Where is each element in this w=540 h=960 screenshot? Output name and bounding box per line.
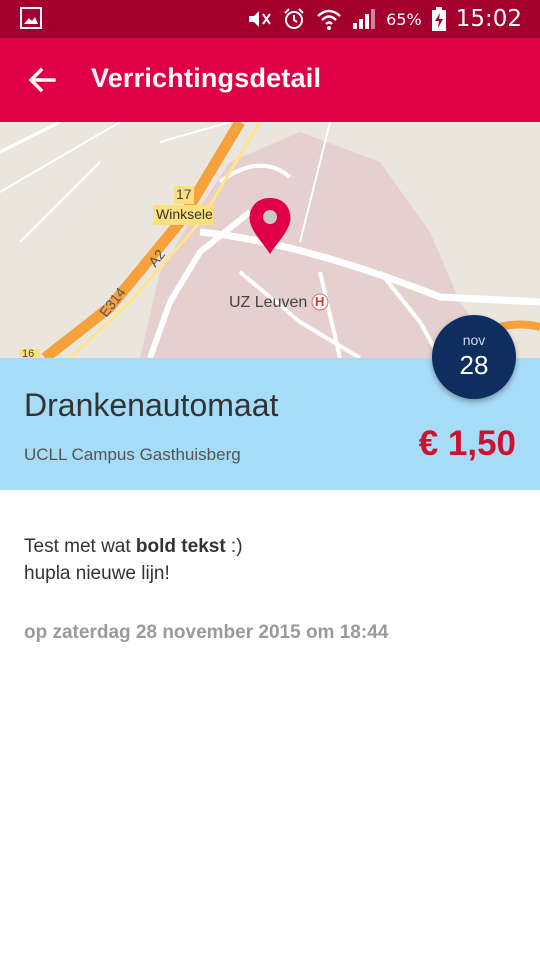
hospital-symbol: H xyxy=(315,294,325,309)
description-suffix: :) xyxy=(225,536,243,557)
merchant-location: UCLL Campus Gasthuisberg xyxy=(24,445,241,464)
status-bar: 65% 15:02 xyxy=(0,0,540,38)
transaction-amount: € 1,50 xyxy=(418,424,516,463)
wifi-icon xyxy=(317,9,341,30)
date-badge: nov 28 xyxy=(432,315,516,399)
image-icon xyxy=(20,7,42,29)
transaction-description: Test met wat bold tekst :) hupla nieuwe … xyxy=(24,533,243,587)
clock: 15:02 xyxy=(455,6,522,32)
mute-icon xyxy=(249,11,271,27)
date-month: nov xyxy=(462,332,486,348)
signal-icon xyxy=(353,9,376,29)
merchant-name: Drankenautomaat xyxy=(24,387,279,423)
town-label: Winksele xyxy=(156,206,213,222)
transaction-timestamp: op zaterdag 28 november 2015 om 18:44 xyxy=(24,622,389,643)
battery-percent: 65% xyxy=(386,9,422,29)
description-line2: hupla nieuwe lijn! xyxy=(24,563,170,584)
app-bar: Verrichtingsdetail xyxy=(0,38,540,122)
exit-number-label: 17 xyxy=(176,186,192,202)
date-day: 28 xyxy=(459,350,489,380)
exit-partial-label: 16 xyxy=(22,348,35,358)
hospital-label: UZ Leuven xyxy=(229,294,308,311)
alarm-icon xyxy=(284,8,304,29)
arrow-left-icon[interactable] xyxy=(24,62,60,98)
page-title: Verrichtingsdetail xyxy=(91,63,322,93)
description-prefix: Test met wat xyxy=(24,536,136,557)
description-bold: bold tekst xyxy=(135,536,226,557)
battery-charging-icon xyxy=(431,7,446,31)
